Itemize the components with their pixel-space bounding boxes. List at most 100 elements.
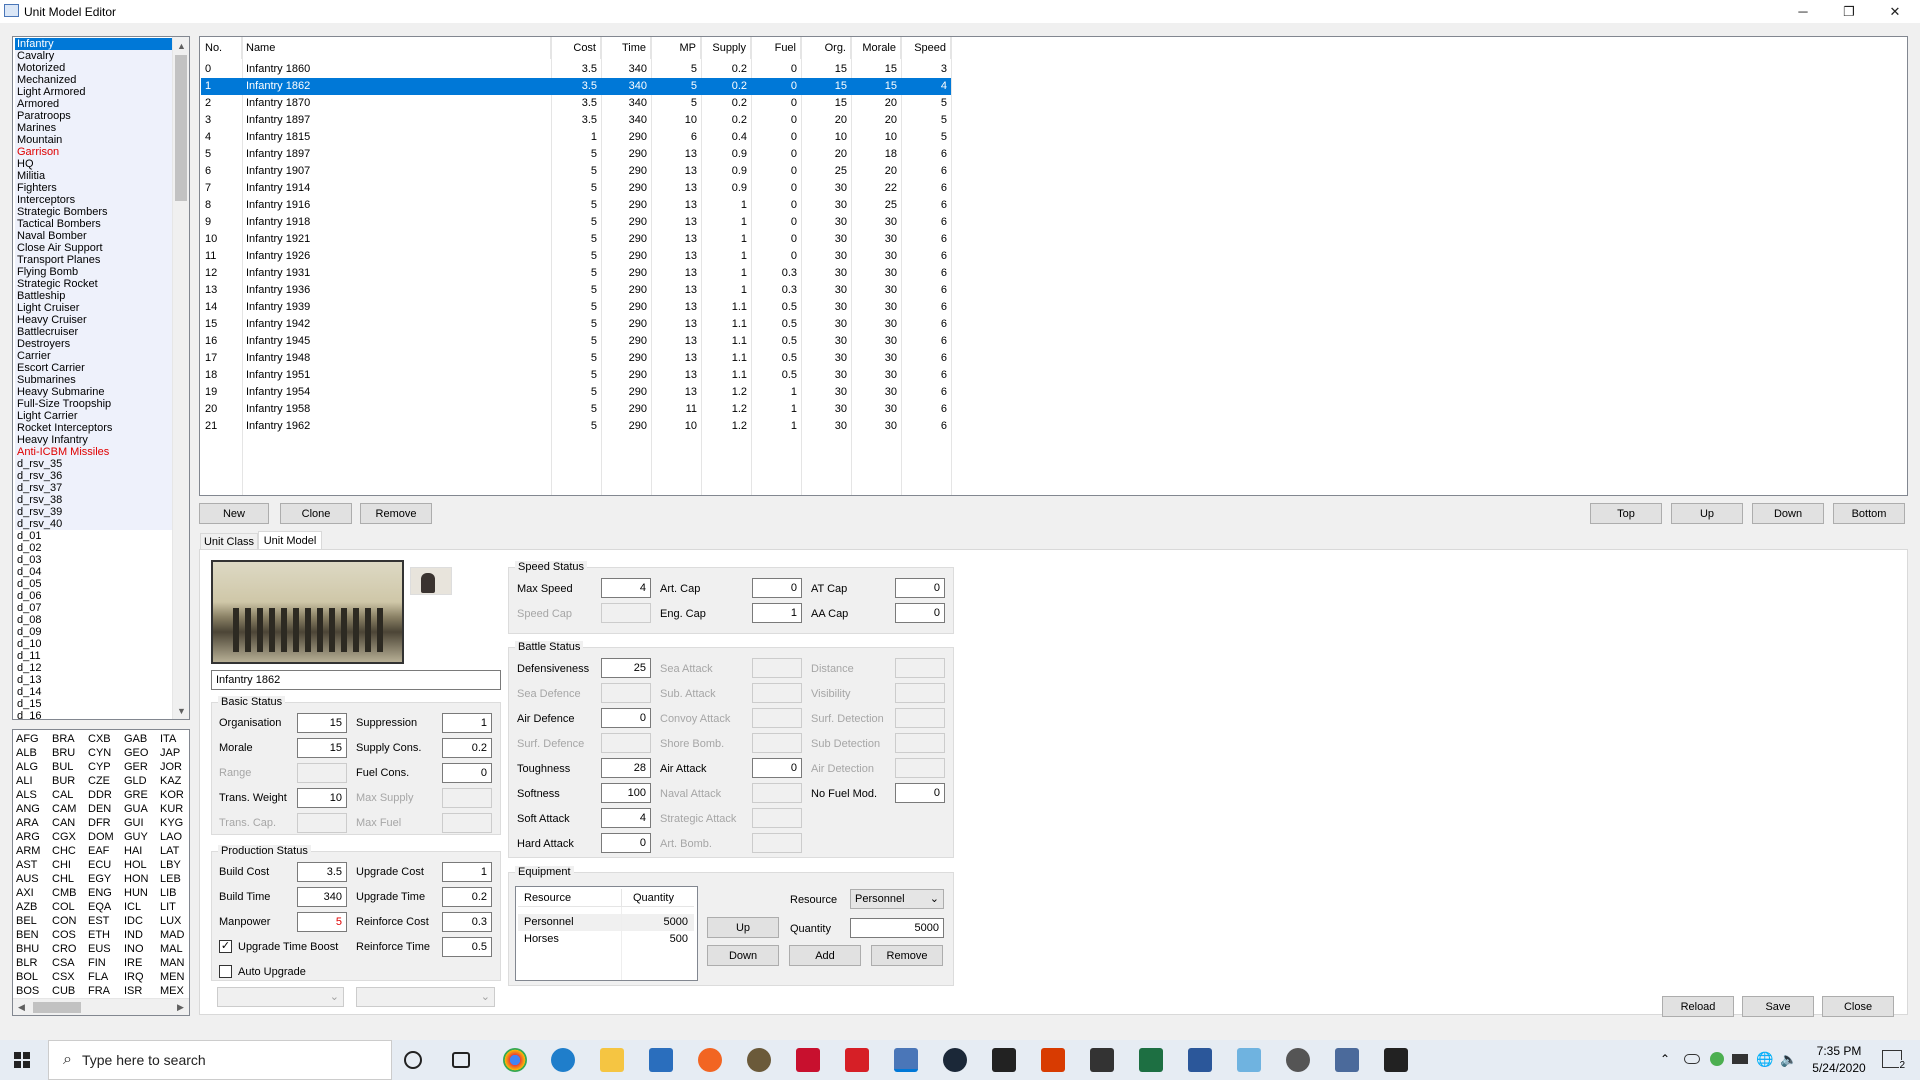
class-list-item[interactable]: Full-Size Troopship: [15, 398, 173, 410]
country-item[interactable]: HON: [124, 873, 148, 885]
table-row[interactable]: 8 Infantry 1916 5 290 13 1 0 30 25 6: [201, 197, 951, 214]
file-explorer-icon[interactable]: [600, 1048, 624, 1072]
class-list-item[interactable]: d_04: [15, 566, 173, 578]
country-item[interactable]: BLR: [16, 957, 37, 969]
country-item[interactable]: GLD: [124, 775, 147, 787]
country-item[interactable]: EUS: [88, 943, 111, 955]
reload-button[interactable]: Reload: [1662, 996, 1734, 1017]
table-row[interactable]: 20 Infantry 1958 5 290 11 1.2 1 30 30 6: [201, 401, 951, 418]
country-item[interactable]: LIB: [160, 887, 177, 899]
class-list-scrollbar[interactable]: ▲ ▼: [172, 37, 189, 719]
class-list-item[interactable]: d_rsv_35: [15, 458, 173, 470]
class-list-item[interactable]: Escort Carrier: [15, 362, 173, 374]
country-item[interactable]: CAM: [52, 803, 76, 815]
scroll-thumb[interactable]: [175, 55, 187, 201]
class-list-item[interactable]: Paratroops: [15, 110, 173, 122]
upgrade-time-boost-checkbox[interactable]: ✓: [219, 940, 232, 953]
resource-select[interactable]: Personnel ⌄: [850, 889, 944, 909]
country-item[interactable]: AZB: [16, 901, 37, 913]
class-list-item[interactable]: Close Air Support: [15, 242, 173, 254]
store-icon[interactable]: [1090, 1048, 1114, 1072]
class-list-item[interactable]: d_16: [15, 710, 173, 719]
class-list-item[interactable]: Militia: [15, 170, 173, 182]
class-list-item[interactable]: Light Carrier: [15, 410, 173, 422]
eng-cap-input[interactable]: 1: [752, 603, 802, 623]
country-item[interactable]: DFR: [88, 817, 111, 829]
table-row[interactable]: 2 Infantry 1870 3.5 340 5 0.2 0 15 20 5: [201, 95, 951, 112]
organisation-input[interactable]: 15: [297, 713, 347, 733]
grid-header-col-mp[interactable]: MP: [651, 37, 701, 59]
at-cap-input[interactable]: 0: [895, 578, 945, 598]
equipment-up-button[interactable]: Up: [707, 917, 779, 938]
country-item[interactable]: ITA: [160, 733, 176, 745]
air-defence-input[interactable]: 0: [601, 708, 651, 728]
class-list-item[interactable]: d_03: [15, 554, 173, 566]
country-item[interactable]: FLA: [88, 971, 108, 983]
close-button[interactable]: Close: [1822, 996, 1894, 1017]
class-list-item[interactable]: Mechanized: [15, 74, 173, 86]
grid-header-col-supply[interactable]: Supply: [701, 37, 751, 59]
country-item[interactable]: ENG: [88, 887, 112, 899]
country-item[interactable]: GUI: [124, 817, 144, 829]
class-list-item[interactable]: d_01: [15, 530, 173, 542]
country-item[interactable]: IND: [124, 929, 143, 941]
country-item[interactable]: CGX: [52, 831, 76, 843]
class-list-item[interactable]: Armored: [15, 98, 173, 110]
country-item[interactable]: LBY: [160, 859, 181, 871]
country-list-hscrollbar[interactable]: ◀ ▶: [13, 998, 189, 1015]
country-item[interactable]: CON: [52, 915, 76, 927]
country-item[interactable]: CSX: [52, 971, 75, 983]
class-list-item[interactable]: Garrison: [15, 146, 173, 158]
reinforce-cost-input[interactable]: 0.3: [442, 912, 492, 932]
class-list-item[interactable]: d_02: [15, 542, 173, 554]
scroll-right-icon[interactable]: ▶: [172, 999, 189, 1015]
country-item[interactable]: CMB: [52, 887, 76, 899]
class-list-item[interactable]: Strategic Rocket: [15, 278, 173, 290]
country-item[interactable]: FRA: [88, 985, 110, 997]
class-list-item[interactable]: d_rsv_37: [15, 482, 173, 494]
morale-input[interactable]: 15: [297, 738, 347, 758]
country-item[interactable]: ALB: [16, 747, 37, 759]
country-item[interactable]: CRO: [52, 943, 76, 955]
settings-gear-icon[interactable]: [1286, 1048, 1310, 1072]
country-item[interactable]: EST: [88, 915, 109, 927]
table-row[interactable]: 1 Infantry 1862 3.5 340 5 0.2 0 15 15 4: [201, 78, 951, 95]
class-list-item[interactable]: d_rsv_39: [15, 506, 173, 518]
class-list-item[interactable]: Anti-ICBM Missiles: [15, 446, 173, 458]
country-item[interactable]: CZE: [88, 775, 110, 787]
scroll-left-icon[interactable]: ◀: [13, 999, 30, 1015]
country-item[interactable]: LAT: [160, 845, 179, 857]
hscroll-thumb[interactable]: [33, 1002, 81, 1013]
country-item[interactable]: AUS: [16, 873, 39, 885]
class-list-item[interactable]: Strategic Bombers: [15, 206, 173, 218]
model-name-input[interactable]: Infantry 1862: [211, 670, 501, 690]
reinforce-time-input[interactable]: 0.5: [442, 937, 492, 957]
class-list-item[interactable]: Motorized: [15, 62, 173, 74]
class-list-item[interactable]: Carrier: [15, 350, 173, 362]
grid-header-col-name[interactable]: Name: [242, 37, 551, 59]
country-item[interactable]: JAP: [160, 747, 180, 759]
class-list-item[interactable]: Destroyers: [15, 338, 173, 350]
excel-icon[interactable]: [1139, 1048, 1163, 1072]
table-row[interactable]: 3 Infantry 1897 3.5 340 10 0.2 0 20 20 5: [201, 112, 951, 129]
upgrade-cost-input[interactable]: 1: [442, 862, 492, 882]
country-item[interactable]: ALG: [16, 761, 38, 773]
build-cost-input[interactable]: 3.5: [297, 862, 347, 882]
country-item[interactable]: CXB: [88, 733, 111, 745]
country-item[interactable]: CHI: [52, 859, 71, 871]
save-button[interactable]: Save: [1742, 996, 1814, 1017]
country-list[interactable]: AFG ALB ALG ALI ALS ANG ARA ARG ARM AST AUS AXI AZB B…: [12, 729, 190, 1016]
task-view-icon[interactable]: [452, 1052, 470, 1068]
class-list-item[interactable]: Light Cruiser: [15, 302, 173, 314]
country-item[interactable]: BEL: [16, 915, 37, 927]
taskbar-search-box[interactable]: ⌕ Type here to search: [48, 1040, 392, 1080]
grid-header-col-fuel[interactable]: Fuel: [751, 37, 801, 59]
country-item[interactable]: EGY: [88, 873, 111, 885]
country-item[interactable]: DDR: [88, 789, 112, 801]
country-item[interactable]: JOR: [160, 761, 182, 773]
toughness-input[interactable]: 28: [601, 758, 651, 778]
country-item[interactable]: DOM: [88, 831, 114, 843]
country-item[interactable]: MAD: [160, 929, 184, 941]
country-item[interactable]: ALS: [16, 789, 37, 801]
class-list-item[interactable]: Transport Planes: [15, 254, 173, 266]
